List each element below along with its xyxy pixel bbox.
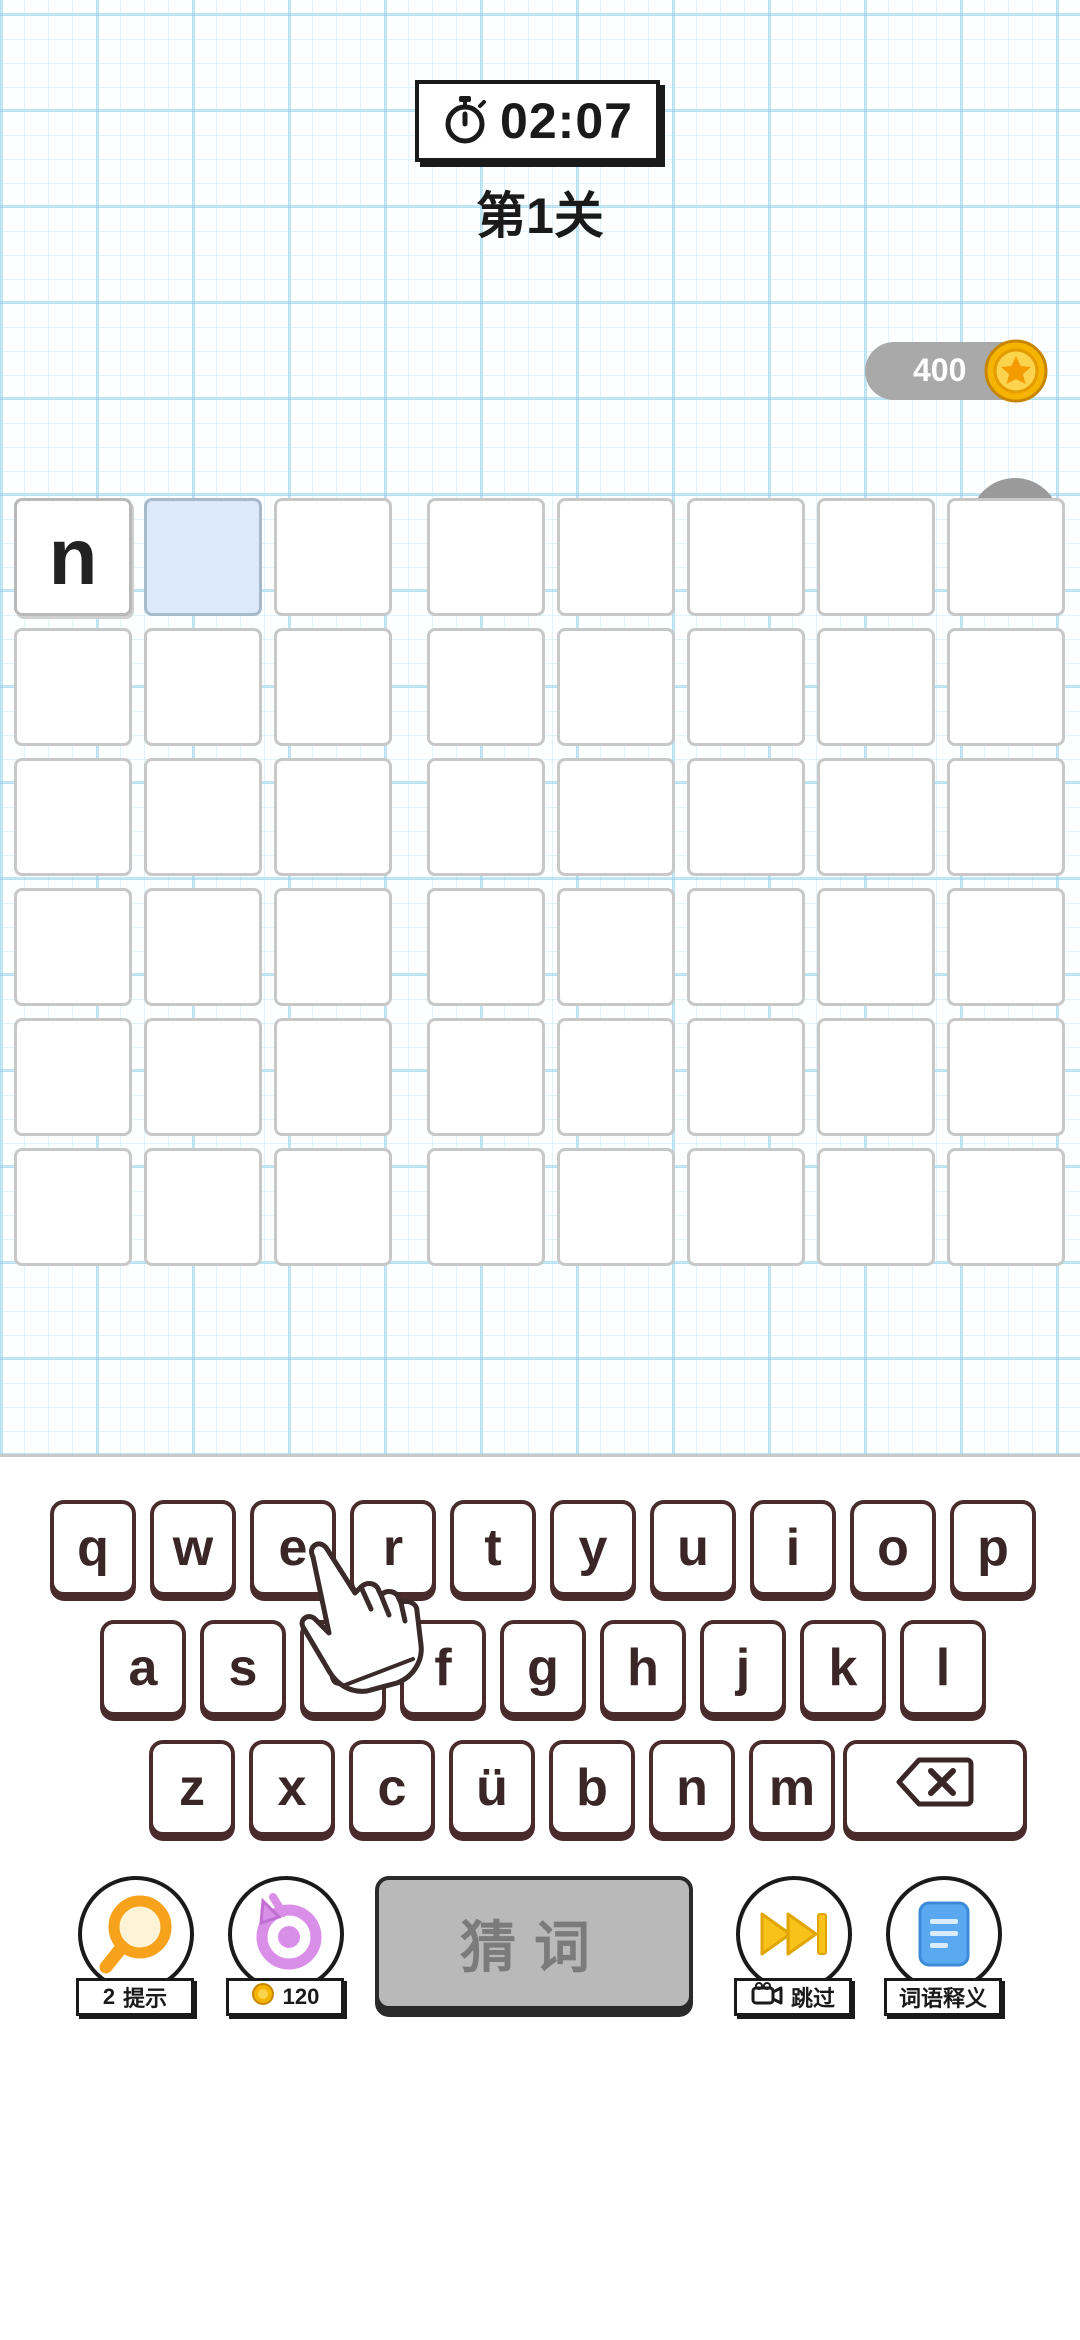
definition-label: 词语释义 [884,1978,1002,2016]
letter-tile-r2-c2[interactable] [144,628,262,746]
letter-tile-r6-c5[interactable] [557,1148,675,1266]
key-h[interactable]: h [600,1620,686,1716]
key-z[interactable]: z [149,1740,235,1836]
letter-tile-r5-c8[interactable] [947,1018,1065,1136]
letter-tile-r4-c5[interactable] [557,888,675,1006]
letter-tile-r1-c3[interactable] [274,498,392,616]
letter-tile-r2-c4[interactable] [427,628,545,746]
coin-balance: 400 [865,339,1048,403]
letter-tile-r2-c3[interactable] [274,628,392,746]
letter-tile-r4-c8[interactable] [947,888,1065,1006]
letter-tile-r1-c8[interactable] [947,498,1065,616]
letter-tile-r3-c4[interactable] [427,758,545,876]
magnifier-icon [78,1876,194,1992]
backspace-icon [895,1756,975,1821]
video-ad-icon [751,1982,783,2012]
letter-tile-r6-c6[interactable] [687,1148,805,1266]
letter-tile-r3-c1[interactable] [14,758,132,876]
guess-word-button[interactable]: 猜词 [375,1876,693,2010]
hint-count: 2 [102,1984,116,2009]
letter-tile-r5-c4[interactable] [427,1018,545,1136]
letter-tile-r6-c4[interactable] [427,1148,545,1266]
letter-tile-r1-c4[interactable] [427,498,545,616]
key-c[interactable]: c [349,1740,435,1836]
key-q[interactable]: q [50,1500,136,1596]
key-a[interactable]: a [100,1620,186,1716]
letter-tile-r2-c1[interactable] [14,628,132,746]
letter-tile-r1-c2[interactable] [144,498,262,616]
fast-forward-icon [736,1876,852,1992]
letter-tile-r1-c1[interactable]: n [14,498,132,616]
stopwatch-icon [442,94,488,149]
letter-tile-r1-c7[interactable] [817,498,935,616]
pointing-hand-icon [285,1535,435,1695]
hint-text: 提示 [123,1986,168,2011]
letter-tile-r5-c5[interactable] [557,1018,675,1136]
coin-amount: 400 [913,352,967,388]
key-j[interactable]: j [700,1620,786,1716]
refresh-cost-label: 120 [226,1978,344,2016]
key-l[interactable]: l [900,1620,986,1716]
letter-tile-r2-c5[interactable] [557,628,675,746]
key-s[interactable]: s [200,1620,286,1716]
letter-tile-r1-c5[interactable] [557,498,675,616]
letter-tile-r3-c5[interactable] [557,758,675,876]
refresh-cost: 120 [282,1984,320,2009]
letter-tile-r6-c2[interactable] [144,1148,262,1266]
key-b[interactable]: b [549,1740,635,1836]
letter-tile-r4-c1[interactable] [14,888,132,1006]
keyboard-divider [0,1454,1080,1457]
refresh-swirl-icon [228,1876,344,1992]
key-u[interactable]: u [650,1500,736,1596]
letter-tile-r4-c6[interactable] [687,888,805,1006]
key-y[interactable]: y [550,1500,636,1596]
letter-tile-r6-c8[interactable] [947,1148,1065,1266]
document-icon [886,1876,1002,1992]
coin-icon [983,338,1049,409]
skip-label: 跳过 [734,1978,852,2016]
letter-tile-r4-c7[interactable] [817,888,935,1006]
letter-tile-r6-c7[interactable] [817,1148,935,1266]
letter-tile-r6-c3[interactable] [274,1148,392,1266]
timer-value: 02:07 [500,93,633,149]
level-title: 第1关 [476,188,604,244]
backspace-key[interactable] [843,1740,1027,1836]
letter-tile-r3-c2[interactable] [144,758,262,876]
letter-tile-r5-c1[interactable] [14,1018,132,1136]
skip-text: 跳过 [790,1986,835,2011]
key-p[interactable]: p [950,1500,1036,1596]
letter-tile-r5-c7[interactable] [817,1018,935,1136]
letter-tile-r5-c3[interactable] [274,1018,392,1136]
letter-tile-r4-c2[interactable] [144,888,262,1006]
letter-tile-r4-c3[interactable] [274,888,392,1006]
key-w[interactable]: w [150,1500,236,1596]
letter-tile-r6-c1[interactable] [14,1148,132,1266]
key-t[interactable]: t [450,1500,536,1596]
letter-tile-r3-c7[interactable] [817,758,935,876]
key-x[interactable]: x [249,1740,335,1836]
letter-tile-r3-c3[interactable] [274,758,392,876]
key-n[interactable]: n [649,1740,735,1836]
letter-tile-r4-c4[interactable] [427,888,545,1006]
hint-label: 2 提示 [76,1978,194,2016]
timer: 02:07 [415,80,660,162]
key-i[interactable]: i [750,1500,836,1596]
letter-tile-r5-c6[interactable] [687,1018,805,1136]
letter-tile-r2-c7[interactable] [817,628,935,746]
letter-tile-r2-c8[interactable] [947,628,1065,746]
letter-tile-r1-c6[interactable] [687,498,805,616]
key-ü[interactable]: ü [449,1740,535,1836]
key-o[interactable]: o [850,1500,936,1596]
letter-tile-r2-c6[interactable] [687,628,805,746]
letter-tile-r3-c8[interactable] [947,758,1065,876]
letter-tile-r3-c6[interactable] [687,758,805,876]
letter-tile-r5-c2[interactable] [144,1018,262,1136]
key-k[interactable]: k [800,1620,886,1716]
key-g[interactable]: g [500,1620,586,1716]
coin-small-icon [251,1982,275,2012]
key-m[interactable]: m [749,1740,835,1836]
